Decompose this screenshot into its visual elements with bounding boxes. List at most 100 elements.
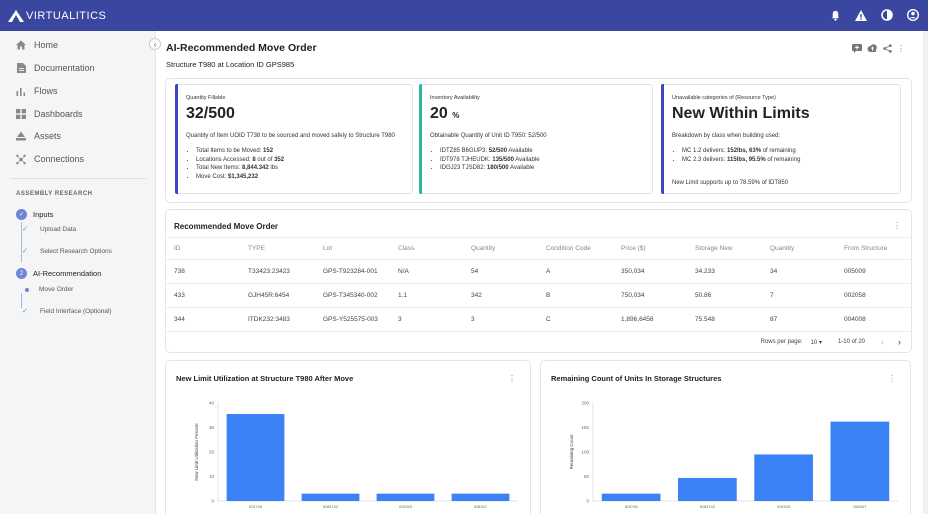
top-bar: VIRTUALITICS bbox=[0, 0, 928, 31]
sidebar-item-label: Assets bbox=[34, 131, 62, 141]
sidebar-item-home[interactable]: Home bbox=[16, 40, 58, 50]
step-inputs[interactable]: ✓ Inputs bbox=[16, 209, 53, 220]
substep-label: Upload Data bbox=[40, 225, 77, 233]
flows-icon bbox=[16, 86, 26, 96]
column-header[interactable]: Condition Code bbox=[538, 237, 613, 260]
substep-field-interface[interactable]: ✓ Field Interface (Optional) bbox=[22, 307, 112, 316]
chart-new-limit-utilization: 0 10 20 30 40 New Limit Utilization Percent ID… bbox=[194, 401, 518, 509]
chart-bar bbox=[754, 454, 813, 501]
caret-down-icon: ▾ bbox=[818, 339, 822, 346]
substep-select-research-options[interactable]: ✓ Select Research Options bbox=[22, 247, 112, 256]
step-connector bbox=[21, 293, 22, 308]
chevron-left-icon: ‹ bbox=[153, 39, 157, 49]
sidebar: Home Documentation Flows Dashboards Asse… bbox=[0, 31, 156, 514]
more-vertical-icon[interactable]: ⋮ bbox=[508, 374, 516, 383]
table-header-row: ID TYPE Lot Class Quantity Condition Cod… bbox=[166, 237, 911, 260]
y-tick-label: 0 bbox=[211, 499, 214, 504]
more-vertical-icon[interactable]: ⋮ bbox=[893, 221, 901, 230]
rows-per-page-select[interactable]: 10 ▾ bbox=[811, 339, 822, 346]
sidebar-item-documentation[interactable]: Documentation bbox=[16, 63, 95, 73]
table-cell: 433 bbox=[166, 283, 240, 308]
x-tick-label: ID9343 bbox=[399, 504, 413, 509]
kpi-list-item: Locations Accessed: 8 out of 352 bbox=[196, 156, 402, 165]
sidebar-item-label: Dashboards bbox=[34, 109, 83, 119]
y-tick-label: 100 bbox=[581, 450, 589, 455]
column-header[interactable]: Quantity bbox=[762, 237, 836, 260]
table-cell: A bbox=[538, 259, 613, 284]
column-header[interactable]: TYPE bbox=[240, 237, 315, 260]
y-tick-label: 40 bbox=[209, 401, 215, 406]
sidebar-item-connections[interactable]: Connections bbox=[16, 154, 84, 164]
theme-icon[interactable] bbox=[880, 8, 894, 22]
chart-bar bbox=[830, 421, 890, 501]
x-tick-label: ID3745 bbox=[249, 504, 263, 509]
app-logo[interactable]: VIRTUALITICS bbox=[8, 9, 106, 22]
column-header[interactable]: Quantity bbox=[463, 237, 538, 260]
kpi-list-item: Total Items to be Moved: 152 bbox=[196, 147, 402, 156]
sidebar-divider bbox=[10, 178, 146, 179]
table-row[interactable]: 344 ITDK232:3483 GPS-Y525575-003 3 3 C 1,896,6… bbox=[166, 307, 911, 332]
sidebar-item-assets[interactable]: Assets bbox=[16, 131, 61, 141]
chart-title: New Limit Utilization at Structure T980 … bbox=[176, 374, 354, 383]
column-header[interactable]: Class bbox=[390, 237, 463, 260]
chart-card-new-limit-utilization: New Limit Utilization at Structure T980 … bbox=[165, 360, 531, 514]
kpi-label: Quantity Fillable bbox=[186, 95, 226, 101]
table-cell: 005009 bbox=[836, 259, 911, 284]
column-header[interactable]: Storage New bbox=[687, 237, 762, 260]
x-tick-label: ID83742 bbox=[323, 504, 339, 509]
kpi-list-item: Move Cost: $1,345,232 bbox=[196, 173, 402, 182]
sidebar-item-dashboards[interactable]: Dashboards bbox=[16, 109, 83, 119]
home-icon bbox=[16, 40, 26, 50]
section-label: ASSEMBLY RESEARCH bbox=[16, 191, 93, 197]
table-cell: ITDK232:3483 bbox=[240, 307, 315, 332]
column-header[interactable]: Price ($) bbox=[613, 237, 687, 260]
more-vertical-icon[interactable]: ⋮ bbox=[888, 374, 896, 383]
kpi-accent-bar bbox=[661, 84, 664, 194]
chart-bar bbox=[226, 414, 285, 501]
y-tick-label: 10 bbox=[209, 474, 215, 479]
more-vertical-icon[interactable]: ⋮ bbox=[897, 44, 905, 55]
chart-remaining-count: 0 50 100 150 200 Remaining Count ID3745 ID83742… bbox=[569, 401, 898, 509]
sidebar-item-label: Documentation bbox=[34, 63, 95, 73]
user-icon[interactable] bbox=[906, 8, 920, 22]
chart-bar bbox=[451, 493, 510, 501]
table-row[interactable]: 433 GJH45R:6454 GPS-T345340-002 1.1 342 B 750,… bbox=[166, 283, 911, 308]
share-icon[interactable] bbox=[883, 44, 892, 55]
table-cell: 350,034 bbox=[613, 259, 687, 284]
add-comment-icon[interactable] bbox=[852, 44, 862, 55]
chevron-right-icon[interactable]: › bbox=[898, 337, 901, 347]
chevron-left-icon[interactable]: ‹ bbox=[881, 337, 884, 347]
kpi-value-text: 32/500 bbox=[186, 105, 235, 122]
column-header[interactable]: ID bbox=[166, 237, 240, 260]
table-row[interactable]: 738 T33423:23423 GPS-T923284-001 N/A 54 A 350,… bbox=[166, 259, 911, 284]
table-cell: 3 bbox=[463, 307, 538, 332]
table-cell: 50.86 bbox=[687, 283, 762, 308]
kpi-list-item: Total New Items: 8,844.342 lbs bbox=[196, 164, 402, 173]
document-icon bbox=[16, 63, 26, 73]
table-cell: GPS-Y525575-003 bbox=[315, 307, 390, 332]
kpi-section: Quantity Fillable 32/500 Quantity of Ite… bbox=[165, 78, 912, 203]
substep-move-order[interactable]: Move Order bbox=[22, 286, 73, 293]
substep-label: Field Interface (Optional) bbox=[40, 307, 112, 315]
sidebar-item-flows[interactable]: Flows bbox=[16, 86, 58, 96]
column-header[interactable]: From Structure bbox=[836, 237, 911, 260]
bell-icon[interactable] bbox=[828, 8, 842, 22]
table-title: Recommended Move Order bbox=[174, 222, 279, 231]
table-cell: 34 bbox=[762, 259, 836, 284]
sidebar-item-label: Connections bbox=[34, 154, 85, 164]
kpi-value-text: 20 bbox=[430, 105, 448, 122]
column-header[interactable]: Lot bbox=[315, 237, 390, 260]
kpi-description: Obtainable Quantity of Unit ID T950: 52/… bbox=[430, 133, 547, 139]
page-subtitle: Structure T980 at Location ID GPS985 bbox=[166, 60, 295, 69]
page-title: AI-Recommended Move Order bbox=[166, 42, 317, 54]
table-cell: 344 bbox=[166, 307, 240, 332]
table-cell: 3 bbox=[390, 307, 463, 332]
step-ai-recommendation[interactable]: 2 AI-Recommendation bbox=[16, 268, 101, 279]
cloud-upload-icon[interactable] bbox=[867, 44, 878, 55]
table-cell: 342 bbox=[463, 283, 538, 308]
table-cell: 54 bbox=[463, 259, 538, 284]
kpi-value-text: New Within Limits bbox=[672, 105, 810, 122]
substep-upload-data[interactable]: ✓ Upload Data bbox=[22, 225, 77, 234]
alert-icon[interactable] bbox=[854, 8, 868, 22]
collapse-sidebar-button[interactable]: ‹ bbox=[149, 38, 161, 50]
